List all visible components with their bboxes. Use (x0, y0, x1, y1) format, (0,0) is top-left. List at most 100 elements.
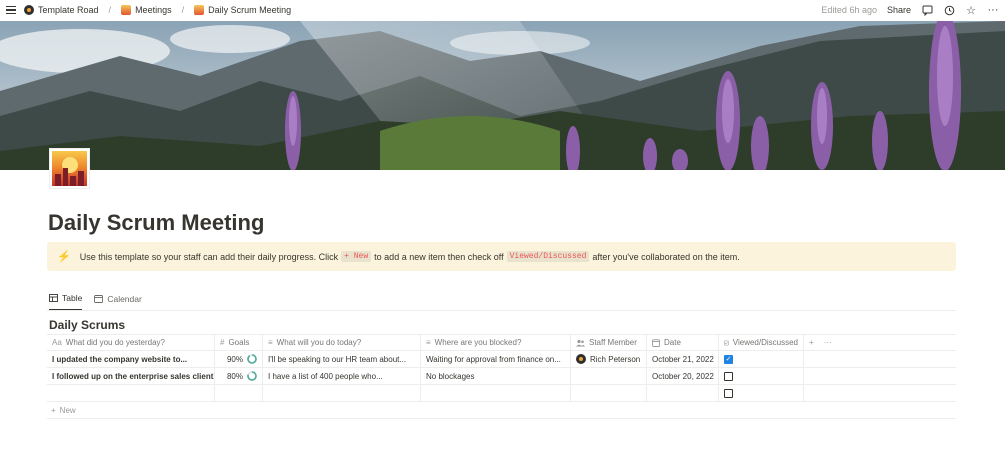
person-icon (576, 339, 585, 346)
calendar-icon (94, 294, 104, 303)
column-header-blocked[interactable]: ≡ Where are you blocked? (421, 335, 571, 350)
table-row[interactable]: I updated the company website to... 90% … (47, 351, 956, 368)
cell-yesterday[interactable] (47, 385, 215, 401)
view-tabs: Table Calendar (49, 293, 142, 310)
cell-goals[interactable]: 80% (215, 368, 263, 384)
breadcrumb: Template Road / Meetings / Daily Scrum M… (24, 5, 291, 15)
avatar (576, 354, 586, 364)
viewed-checkbox[interactable]: ✓ (724, 354, 733, 364)
number-property-icon: # (220, 338, 225, 347)
cell-today[interactable]: I'll be speaking to our HR team about... (263, 351, 421, 367)
meetings-page-icon (121, 5, 132, 15)
table-row[interactable]: I followed up on the enterprise sales cl… (47, 368, 956, 385)
tab-table[interactable]: Table (49, 293, 83, 310)
column-header-goals[interactable]: # Goals (215, 335, 263, 350)
cell-empty (804, 351, 956, 367)
icon-building-shape (63, 168, 68, 186)
cell-date[interactable] (647, 385, 719, 401)
column-label: What will you do today? (276, 338, 362, 347)
column-label: Where are you blocked? (434, 338, 522, 347)
column-label: Staff Member (589, 338, 637, 347)
breadcrumb-separator: / (108, 5, 112, 15)
inline-code: Viewed/Discussed (506, 251, 590, 262)
callout-text: Use this template so your staff can add … (79, 251, 339, 262)
edited-timestamp: Edited 6h ago (821, 5, 877, 15)
cell-staff[interactable] (571, 368, 647, 384)
text-property-icon: ≡ (426, 338, 431, 347)
divider (47, 310, 956, 311)
progress-ring-icon (247, 354, 257, 364)
title-property-icon: Aa (52, 338, 62, 347)
cell-yesterday[interactable]: I followed up on the enterprise sales cl… (47, 368, 215, 384)
progress-ring-icon (247, 371, 257, 381)
cell-yesterday[interactable]: I updated the company website to... (47, 351, 215, 367)
column-header-date[interactable]: Date (647, 335, 719, 350)
table-row-empty[interactable] (47, 385, 956, 402)
workspace-logo-icon (24, 5, 34, 15)
database-table: Aa What did you do yesterday? # Goals ≡ Wha… (47, 334, 956, 419)
breadcrumb-item-current[interactable]: Daily Scrum Meeting (208, 5, 291, 15)
star-icon[interactable]: ☆ (965, 4, 977, 17)
checkbox-icon (724, 340, 729, 345)
viewed-checkbox[interactable] (724, 371, 733, 381)
callout-block[interactable]: ⚡ Use this template so your staff can ad… (47, 242, 956, 271)
cell-today[interactable] (263, 385, 421, 401)
scrum-page-icon (194, 5, 205, 15)
icon-building-shape (70, 176, 76, 186)
lightning-icon: ⚡ (57, 251, 71, 263)
cell-today[interactable]: I have a list of 400 people who... (263, 368, 421, 384)
plus-icon: + (51, 405, 56, 415)
cell-viewed (719, 385, 804, 401)
breadcrumb-separator: / (181, 5, 185, 15)
more-options-icon[interactable]: ··· (987, 4, 999, 16)
cell-blocked[interactable] (421, 385, 571, 401)
icon-building-shape (78, 171, 84, 186)
tab-label: Table (62, 293, 83, 303)
cell-blocked[interactable]: Waiting for approval from finance on... (421, 351, 571, 367)
staff-name: Rich Peterson (590, 354, 641, 364)
column-header-today[interactable]: ≡ What will you do today? (263, 335, 421, 350)
cell-goals[interactable]: 90% (215, 351, 263, 367)
database-title[interactable]: Daily Scrums (49, 318, 125, 332)
inline-code: + New (341, 251, 372, 262)
page-emoji-icon[interactable] (49, 148, 90, 189)
breadcrumb-item-workspace[interactable]: Template Road (38, 5, 99, 15)
tab-calendar[interactable]: Calendar (94, 293, 142, 310)
column-label: Date (664, 338, 681, 347)
history-icon[interactable] (943, 4, 955, 16)
column-label: What did you do yesterday? (65, 338, 165, 347)
cell-staff[interactable]: Rich Peterson (571, 351, 647, 367)
new-row-label: New (59, 405, 76, 415)
cell-date[interactable]: October 21, 2022 (647, 351, 719, 367)
comment-icon[interactable] (921, 4, 933, 16)
share-button[interactable]: Share (887, 5, 911, 15)
cell-date[interactable]: October 20, 2022 (647, 368, 719, 384)
goals-value: 90% (226, 354, 243, 364)
column-header-staff[interactable]: Staff Member (571, 335, 647, 350)
calendar-icon (652, 338, 660, 347)
column-header-viewed[interactable]: Viewed/Discussed (719, 335, 804, 350)
table-icon (49, 294, 58, 302)
cover-image[interactable] (0, 21, 1005, 170)
breadcrumb-item-meetings[interactable]: Meetings (135, 5, 172, 15)
tab-label: Calendar (107, 293, 142, 304)
cell-viewed: ✓ (719, 351, 804, 367)
menu-icon[interactable] (6, 6, 16, 14)
top-bar: Template Road / Meetings / Daily Scrum M… (0, 0, 1005, 20)
viewed-checkbox[interactable] (724, 388, 733, 398)
column-actions: + ··· (804, 335, 956, 350)
page-title[interactable]: Daily Scrum Meeting (48, 210, 264, 236)
cell-blocked[interactable]: No blockages (421, 368, 571, 384)
column-header-yesterday[interactable]: Aa What did you do yesterday? (47, 335, 215, 350)
table-header-row: Aa What did you do yesterday? # Goals ≡ Wha… (47, 334, 956, 351)
cell-empty (804, 368, 956, 384)
text-property-icon: ≡ (268, 338, 273, 347)
more-columns-icon[interactable]: ··· (824, 338, 832, 347)
callout-text: to add a new item then check off (374, 251, 504, 262)
add-column-button[interactable]: + (809, 338, 814, 347)
new-row-button[interactable]: + New (47, 402, 956, 419)
column-label: Viewed/Discussed (732, 338, 798, 347)
cell-goals[interactable] (215, 385, 263, 401)
goals-value: 80% (226, 371, 243, 381)
cell-staff[interactable] (571, 385, 647, 401)
